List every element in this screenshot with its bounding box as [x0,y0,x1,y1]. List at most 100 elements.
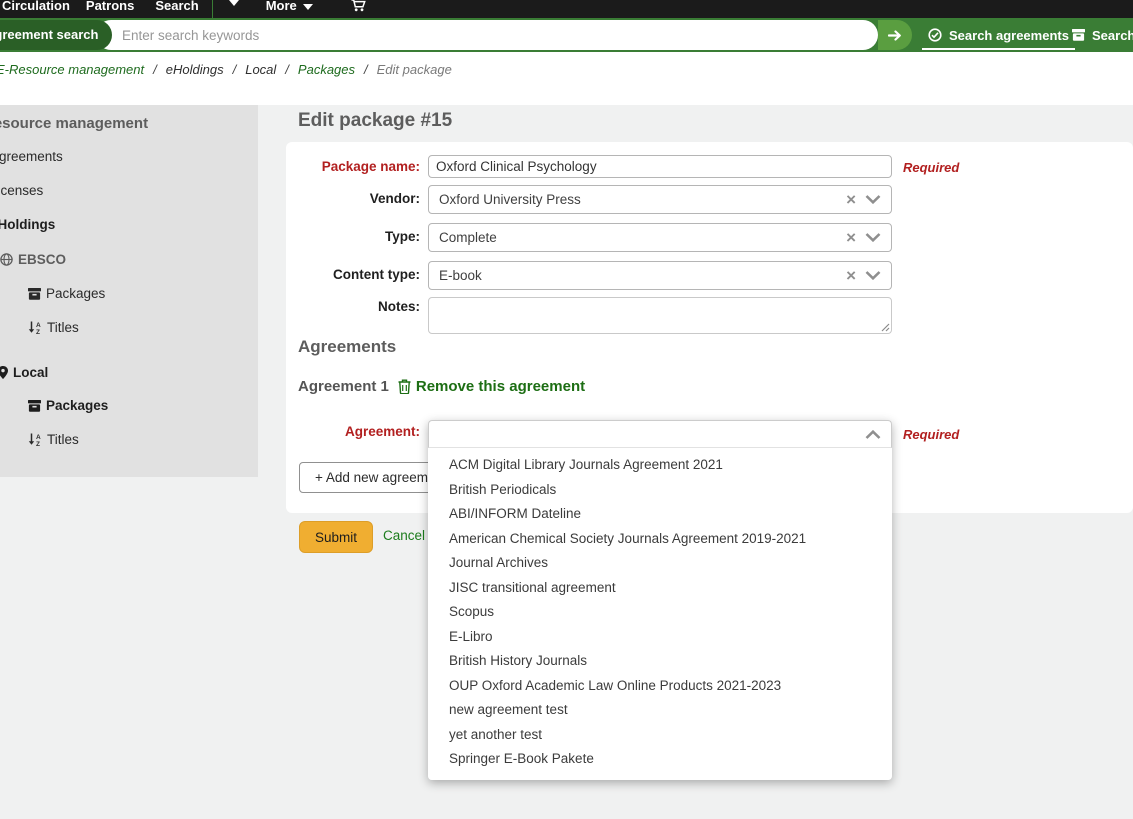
location-pin-icon [0,366,8,379]
top-navbar: Circulation Patrons Search More [0,0,1133,18]
sidebar-item-licenses[interactable]: Licenses [0,183,43,198]
sidebar-item-eholdings[interactable]: eHoldings [0,217,55,232]
package-name-input[interactable] [428,155,892,178]
sort-alpha-down-icon: AZ [28,321,42,334]
sidebar: E-Resource management Agreements License… [0,105,258,477]
breadcrumb: E-Resource management / eHoldings / Loca… [0,62,452,77]
check-circle-icon [928,28,942,42]
type-label: Type: [260,229,420,244]
agreement-item-header: Agreement 1 Remove this agreement [298,378,585,395]
sidebar-item-local-titles[interactable]: AZ Titles [28,432,79,447]
sidebar-item-label: eHoldings [0,217,55,232]
breadcrumb-band: E-Resource management / eHoldings / Loca… [0,52,1133,105]
sidebar-item-ebsco-packages[interactable]: Packages [28,286,105,301]
search-packages-label: Search packages [1092,28,1133,43]
remove-agreement-link[interactable]: Remove this agreement [398,378,585,395]
sidebar-item-label: Packages [46,398,108,413]
search-go-button[interactable] [878,20,912,50]
type-select-value: Complete [439,230,846,245]
agreement-option[interactable]: Journal Archives [428,551,892,576]
agreement-select-box[interactable] [428,420,892,448]
clear-icon[interactable]: × [846,229,856,246]
sidebar-menu: E-Resource management Agreements License… [0,105,258,477]
breadcrumb-current: Edit package [377,62,452,77]
required-note: Required [903,427,959,442]
agreement-label: Agreement: [260,424,420,439]
notes-textarea[interactable] [428,297,892,334]
vendor-label: Vendor: [260,191,420,206]
nav-search-label: Search [155,0,198,13]
package-name-label: Package name: [260,159,420,174]
agreement-option[interactable]: ACM Digital Library Journals Agreement 2… [428,453,892,478]
nav-more-label: More [266,0,297,13]
content-type-label: Content type: [260,267,420,282]
breadcrumb-separator: / [364,62,368,77]
koha-staff-page: Circulation Patrons Search More Agreemen… [0,0,1133,819]
nav-circulation[interactable]: Circulation [2,0,70,13]
nav-patrons[interactable]: Patrons [86,0,134,13]
sidebar-item-label: Titles [47,432,79,447]
content-type-select[interactable]: E-book × [428,261,892,290]
cart-icon [351,0,366,12]
chevron-down-icon[interactable] [865,233,881,242]
agreement-option[interactable]: E-Libro [428,625,892,650]
breadcrumb-eresource[interactable]: E-Resource management [0,62,144,77]
submit-button[interactable]: Submit [299,521,373,553]
arrow-right-icon [888,30,902,41]
breadcrumb-separator: / [233,62,237,77]
chevron-down-icon[interactable] [865,195,881,204]
agreement-item-title: Agreement 1 [298,378,389,395]
svg-text:A: A [36,434,41,441]
agreements-section-heading: Agreements [298,337,396,357]
clear-icon[interactable]: × [846,191,856,208]
svg-text:A: A [36,322,41,329]
search-agreements-link[interactable]: Search agreements [922,22,1075,50]
agreement-option[interactable]: British History Journals [428,649,892,674]
breadcrumb-packages[interactable]: Packages [298,62,355,77]
sort-alpha-down-icon: AZ [28,433,42,446]
box-archive-icon [1072,29,1085,41]
nav-patrons-label: Patrons [86,0,134,13]
box-archive-icon [28,288,41,300]
search-dropdown-toggle[interactable] [229,0,239,6]
agreement-option[interactable]: ABI/INFORM Dateline [428,502,892,527]
agreement-option[interactable]: yet another test [428,723,892,748]
breadcrumb-local[interactable]: Local [245,62,276,77]
type-select[interactable]: Complete × [428,223,892,252]
chevron-up-icon[interactable] [865,430,881,439]
agreement-option[interactable]: Springer E-Book Pakete [428,747,892,772]
chevron-down-icon[interactable] [865,271,881,280]
agreement-option[interactable]: British Periodicals [428,478,892,503]
sidebar-item-label: Packages [46,286,105,301]
cart-button[interactable] [351,0,366,12]
svg-text:Z: Z [36,329,40,334]
search-type-tab-label: Agreement search [0,27,98,42]
sidebar-heading: E-Resource management [0,115,148,132]
agreement-select: ACM Digital Library Journals Agreement 2… [428,420,892,780]
agreement-option[interactable]: Scopus [428,600,892,625]
sidebar-item-local-packages[interactable]: Packages [28,398,108,413]
remove-agreement-label: Remove this agreement [416,378,585,395]
clear-icon[interactable]: × [846,267,856,284]
sidebar-item-label: EBSCO [18,252,66,267]
cancel-link[interactable]: Cancel [383,528,425,543]
vendor-select[interactable]: Oxford University Press × [428,185,892,214]
agreement-option[interactable]: American Chemical Society Journals Agree… [428,527,892,552]
breadcrumb-eholdings[interactable]: eHoldings [166,62,224,77]
search-input[interactable] [96,20,878,50]
agreement-option[interactable]: JISC transitional agreement [428,576,892,601]
resize-grip-icon[interactable] [881,323,890,332]
agreement-option[interactable]: new agreement test [428,698,892,723]
nav-more[interactable]: More [266,0,313,13]
sidebar-item-ebsco-titles[interactable]: AZ Titles [28,320,79,335]
search-packages-link[interactable]: Search packages [1072,22,1133,48]
sidebar-item-label: Agreements [0,149,63,164]
agreement-option[interactable]: OUP Oxford Academic Law Online Products … [428,674,892,699]
search-type-tab[interactable]: Agreement search [0,20,112,50]
nav-search[interactable]: Search [155,0,198,13]
sidebar-item-ebsco[interactable]: EBSCO [0,252,66,267]
sidebar-item-local[interactable]: Local [0,365,48,380]
sidebar-item-agreements[interactable]: Agreements [0,149,63,164]
nav-divider [212,0,213,18]
required-note: Required [903,160,959,175]
